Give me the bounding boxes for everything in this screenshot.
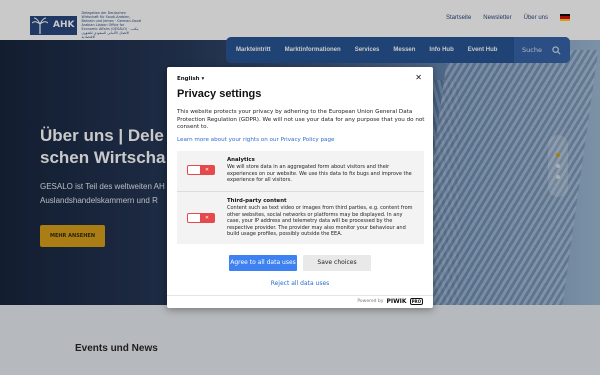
consent-item-text: Content such as text video or images fro… <box>227 205 413 238</box>
consent-settings: ✕ Analytics We will store data in an agg… <box>177 151 424 244</box>
powered-by-label: Powered by <box>357 299 384 304</box>
consent-item-title: Analytics <box>227 157 255 163</box>
toggle-off-icon: ✕ <box>200 214 214 222</box>
save-choices-button[interactable]: Save choices <box>303 255 371 271</box>
reject-all-link[interactable]: Reject all data uses <box>167 280 433 287</box>
close-icon[interactable]: ✕ <box>415 73 422 82</box>
consent-item-third-party: ✕ Third-party content Content such as te… <box>177 191 424 244</box>
dialog-footer-divider <box>167 295 433 296</box>
dialog-description: This website protects your privacy by ad… <box>177 109 425 130</box>
piwik-logo[interactable]: PIWIK <box>386 298 406 305</box>
agree-all-button[interactable]: Agree to all data uses <box>229 255 297 271</box>
analytics-toggle[interactable]: ✕ <box>187 165 215 175</box>
consent-item-analytics: ✕ Analytics We will store data in an agg… <box>177 151 424 189</box>
privacy-policy-link[interactable]: Learn more about your rights on our Priv… <box>177 137 334 143</box>
consent-item-title: Third-party content <box>227 198 287 204</box>
toggle-off-icon: ✕ <box>200 166 214 174</box>
chevron-down-icon: ▾ <box>201 76 205 82</box>
pro-badge: PRO <box>409 298 423 305</box>
consent-item-text: We will store data in an aggregated form… <box>227 164 412 184</box>
language-label: English <box>177 76 200 82</box>
privacy-settings-dialog: English ▾ ✕ Privacy settings This websit… <box>167 67 433 308</box>
language-selector[interactable]: English ▾ <box>177 76 204 82</box>
dialog-title: Privacy settings <box>177 88 262 100</box>
third-party-toggle[interactable]: ✕ <box>187 213 215 223</box>
powered-by: Powered by PIWIK PRO <box>357 298 423 305</box>
